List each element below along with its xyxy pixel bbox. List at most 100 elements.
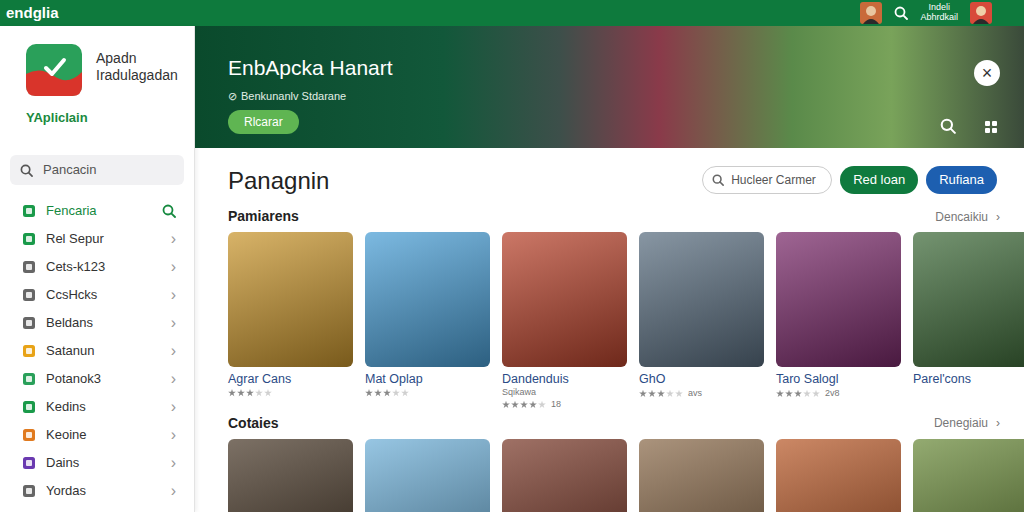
header-button[interactable]: Red loan [840, 166, 918, 194]
game-card[interactable]: Mat Oplap [365, 232, 490, 412]
page-header: Panagnin Red loan Rufiana [195, 148, 1024, 205]
category-icon [22, 260, 36, 274]
game-card[interactable]: DandenduisSqikawa18 [502, 232, 627, 412]
search-icon[interactable] [894, 6, 908, 20]
game-cover [228, 232, 353, 367]
sidebar-item[interactable]: Rel Sepur› [0, 225, 194, 253]
page-title: Panagnin [228, 166, 329, 196]
search-icon[interactable] [162, 204, 176, 218]
game-cover [502, 232, 627, 367]
star-icon [383, 389, 391, 397]
sidebar-item-label: Beldans [46, 313, 93, 333]
main-content: EnbApcka Hanart⊘Benkunanlv StdaraneRlcar… [195, 26, 1024, 512]
game-card[interactable] [228, 439, 353, 512]
category-icon [22, 344, 36, 358]
featured-banner[interactable]: EnbApcka Hanart⊘Benkunanlv StdaraneRlcar… [195, 26, 1024, 148]
chevron-icon: › [171, 371, 176, 387]
star-icon [803, 390, 811, 398]
user-line: Abhrdkail [920, 13, 958, 23]
search-icon[interactable] [940, 118, 956, 134]
game-card[interactable] [502, 439, 627, 512]
game-name: Agrar Cans [228, 371, 353, 387]
game-rating [365, 387, 490, 399]
game-cover [365, 439, 490, 512]
see-more-link[interactable]: Denegiaiu› [934, 414, 1000, 432]
rating-count: 2v8 [825, 387, 840, 401]
star-icon [657, 390, 665, 398]
game-card[interactable]: Agrar Cans [228, 232, 353, 412]
game-cover [776, 232, 901, 367]
sidebar-item[interactable]: Beldans› [0, 309, 194, 337]
chevron-icon: › [171, 483, 176, 499]
sidebar-item[interactable]: Potanok3› [0, 365, 194, 393]
star-icon [675, 390, 683, 398]
sidebar-item[interactable]: Yordas › [0, 477, 194, 505]
sidebar-item-label: Yordas [46, 481, 86, 501]
star-icon [502, 401, 510, 409]
search-icon[interactable] [712, 174, 724, 186]
app-logo-icon [26, 44, 82, 96]
grid-icon[interactable] [984, 120, 998, 134]
game-info: DandenduisSqikawa18 [502, 367, 627, 412]
star-icon [812, 390, 820, 398]
category-icon [22, 428, 36, 442]
app-category[interactable]: YAplicIain [26, 110, 194, 126]
app-header: ApadnIradulagadan [26, 44, 194, 96]
see-more-link[interactable]: Dencaikiu › [935, 208, 1000, 226]
game-section: CotaiesDenegiaiu› [195, 412, 1024, 512]
user-line: Indeli [920, 3, 958, 13]
game-info: Taro Salogl2v8 [776, 367, 901, 411]
game-info: GhOavs [639, 367, 764, 411]
chevron-icon: › [996, 208, 1000, 226]
category-icon [22, 316, 36, 330]
game-rating [228, 387, 353, 399]
sidebar-item[interactable]: Satanun› [0, 337, 194, 365]
search-icon[interactable] [20, 164, 33, 177]
sidebar: ApadnIradulagadan YAplicIain FencariaRel S… [0, 26, 195, 512]
sidebar-item[interactable]: Fencaria [0, 197, 194, 225]
game-cover [639, 232, 764, 367]
game-card[interactable]: Taro Salogl2v8 [776, 232, 901, 412]
game-card[interactable] [639, 439, 764, 512]
see-more-label: Dencaikiu [935, 208, 988, 226]
sidebar-item-label: Keoine [46, 425, 86, 445]
game-cover [776, 439, 901, 512]
sidebar-item[interactable]: CcsHcks › [0, 281, 194, 309]
star-icon [785, 390, 793, 398]
banner-subtitle: ⊘Benkunanlv Stdarane [228, 90, 1024, 103]
star-rating [365, 389, 409, 397]
sidebar-item[interactable]: Kedins› [0, 393, 194, 421]
chevron-icon: › [171, 455, 176, 471]
star-icon [237, 389, 245, 397]
sidebar-item[interactable]: Keoine› [0, 421, 194, 449]
sidebar-item-label: Satanun [46, 341, 94, 361]
star-icon [365, 389, 373, 397]
avatar-icon[interactable] [970, 2, 992, 24]
game-card[interactable]: Parel'cons [913, 232, 1024, 412]
sidebar-item[interactable]: Cets-k123› [0, 253, 194, 281]
game-card[interactable]: GhOavs [639, 232, 764, 412]
game-card[interactable] [913, 439, 1024, 512]
brand-logo[interactable]: endglia [6, 2, 59, 25]
star-icon [374, 389, 382, 397]
sidebar-item-label: CcsHcks [46, 285, 97, 305]
sidebar-item[interactable]: Dains› [0, 449, 194, 477]
game-card[interactable] [365, 439, 490, 512]
game-name: Taro Salogl [776, 371, 901, 387]
star-icon [520, 401, 528, 409]
sidebar-search-input[interactable] [41, 159, 174, 181]
user-area: IndeliAbhrdkail [860, 2, 992, 24]
star-icon [246, 389, 254, 397]
header-button[interactable]: Rufiana [926, 166, 997, 194]
category-icon [22, 400, 36, 414]
game-card[interactable] [776, 439, 901, 512]
star-icon [401, 389, 409, 397]
app-name-line: Apadn [96, 50, 178, 67]
avatar-icon[interactable] [860, 2, 882, 24]
banner-button[interactable]: Rlcarar [228, 110, 299, 134]
chevron-icon: › [171, 287, 176, 303]
close-button[interactable]: × [974, 60, 1000, 86]
star-rating [776, 390, 820, 398]
top-bar: endglia IndeliAbhrdkail [0, 0, 1024, 26]
user-name[interactable]: IndeliAbhrdkail [920, 3, 958, 23]
